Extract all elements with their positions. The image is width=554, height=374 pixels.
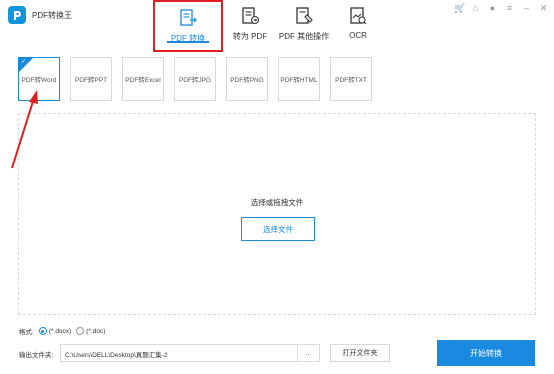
check-mark-icon: ✓	[21, 59, 27, 65]
user-icon[interactable]: ●	[488, 4, 497, 13]
format-card-label: PDF转PPT	[74, 77, 108, 84]
tab-ocr-label: OCR	[349, 31, 367, 40]
pdf-convert-icon	[180, 9, 197, 26]
format-card-word[interactable]: ✓ PDF转Word	[18, 57, 60, 101]
app-logo-icon	[8, 6, 26, 24]
close-icon[interactable]: ✕	[539, 4, 548, 13]
select-file-button[interactable]: 选择文件	[241, 217, 315, 241]
menu-icon[interactable]: ≡	[505, 4, 514, 13]
active-tab-underline	[167, 41, 209, 43]
radio-docx-label: (*.docx)	[48, 327, 72, 335]
shop-icon[interactable]: ⌂	[471, 4, 480, 13]
top-nav: PDF 转换 转为 PDF PDF 其他操作 OCR	[153, 0, 385, 52]
format-label: 格式:	[19, 329, 34, 336]
format-card-label: PDF转Excel	[125, 77, 161, 84]
format-card-png[interactable]: PDF转PNG	[226, 57, 268, 101]
format-card-jpg[interactable]: PDF转JPG	[174, 57, 216, 101]
format-card-label: PDF转JPG	[178, 77, 212, 84]
window-controls: 🛒 ⌂ ● ≡ – ✕	[454, 4, 548, 13]
output-folder-label: 输出文件夹:	[19, 352, 54, 359]
format-card-label: PDF转PNG	[230, 77, 264, 84]
tab-pdf-other-ops-label: PDF 其他操作	[278, 32, 330, 41]
radio-doc-label: (*.doc)	[86, 327, 106, 335]
tab-pdf-other-ops[interactable]: PDF 其他操作	[277, 0, 331, 50]
open-folder-button[interactable]: 打开文件夹	[330, 344, 390, 362]
format-card-html[interactable]: PDF转HTML	[278, 57, 320, 101]
radio-doc[interactable]	[76, 327, 85, 335]
ocr-icon	[350, 7, 367, 25]
tab-pdf-convert[interactable]: PDF 转换	[153, 0, 223, 52]
output-format-row: 格式: (*.docx) (*.doc)	[19, 326, 105, 336]
cart-icon[interactable]: 🛒	[454, 4, 465, 13]
format-card-label: PDF转HTML	[280, 77, 318, 84]
format-card-label: PDF转TXT	[335, 77, 367, 84]
output-path-field[interactable]: C:\Users\DELL\Desktop\真题汇集-2	[60, 344, 298, 362]
to-pdf-icon	[242, 7, 260, 25]
tab-to-pdf-label: 转为 PDF	[232, 32, 268, 41]
tab-ocr[interactable]: OCR	[331, 0, 385, 50]
start-convert-button[interactable]: 开始转换	[437, 340, 535, 366]
format-card-excel[interactable]: PDF转Excel	[122, 57, 164, 101]
app-window: PDF转换王 PDF 转换 转为 PDF PDF 其他操作 OCR 🛒 ⌂ ● …	[0, 0, 554, 374]
format-card-label: PDF转Word	[21, 77, 57, 84]
format-card-txt[interactable]: PDF转TXT	[330, 57, 372, 101]
tab-to-pdf[interactable]: 转为 PDF	[223, 0, 277, 50]
format-cards: ✓ PDF转Word PDF转PPT PDF转Excel PDF转JPG PDF…	[18, 57, 372, 101]
radio-docx[interactable]	[38, 327, 47, 335]
drop-hint: 选择或拖拽文件	[250, 198, 304, 207]
browse-button[interactable]: ...	[298, 344, 320, 362]
app-title: PDF转换王	[32, 11, 72, 20]
file-drop-zone[interactable]: 选择或拖拽文件 选择文件	[18, 113, 536, 315]
minimize-icon[interactable]: –	[522, 4, 531, 13]
format-card-ppt[interactable]: PDF转PPT	[70, 57, 112, 101]
pdf-other-ops-icon	[296, 7, 313, 24]
